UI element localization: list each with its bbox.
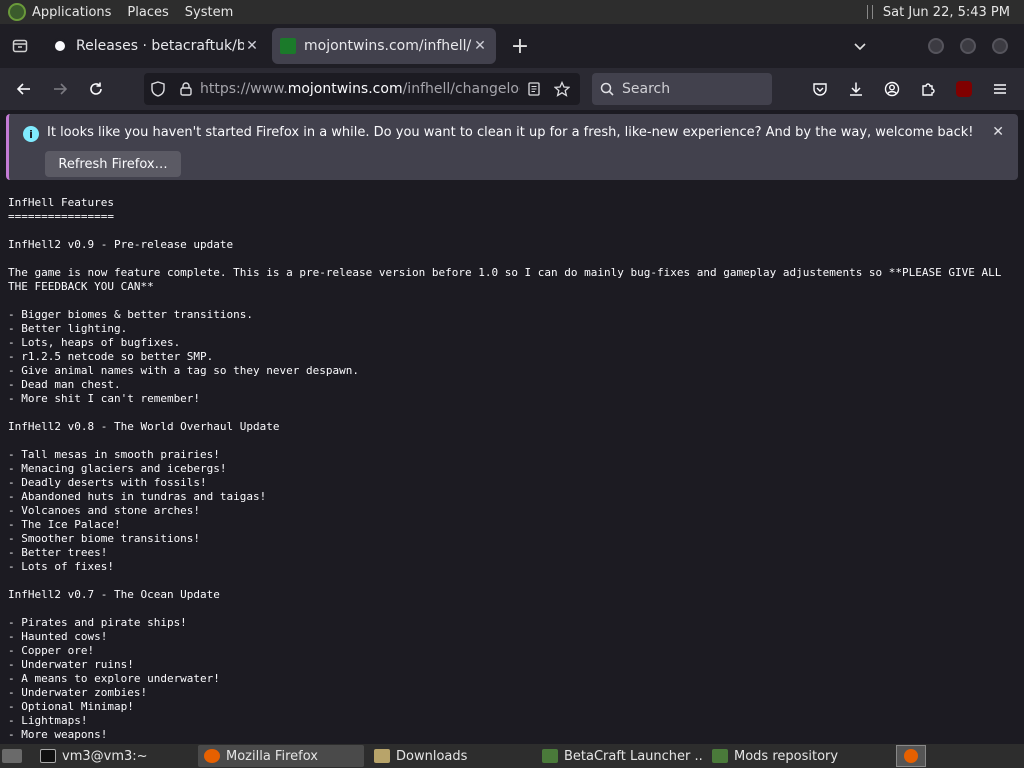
refresh-firefox-notification: i It looks like you haven't started Fire…	[6, 114, 1018, 180]
account-icon	[884, 81, 900, 97]
firefox-view-button[interactable]	[0, 24, 40, 68]
menu-places[interactable]: Places	[127, 5, 168, 20]
clock[interactable]: Sat Jun 22, 5:43 PM	[883, 5, 1010, 20]
tab-releases[interactable]: Releases · betacraftuk/betacra ✕	[44, 28, 268, 64]
menu-applications[interactable]: Applications	[32, 5, 111, 20]
arrow-right-icon	[54, 83, 68, 95]
taskbar-label: Mozilla Firefox	[226, 748, 318, 764]
reader-view-icon[interactable]	[520, 82, 548, 96]
terminal-icon	[40, 749, 56, 763]
new-tab-button[interactable]: +	[504, 30, 536, 62]
firefox-icon	[904, 749, 918, 763]
url-domain: mojontwins.com	[287, 81, 403, 97]
tab-title: mojontwins.com/infhell/	[304, 38, 472, 54]
url-prefix: https://www.	[200, 81, 288, 97]
pocket-icon	[813, 83, 827, 96]
refresh-firefox-button[interactable]: Refresh Firefox…	[45, 151, 181, 177]
reload-button[interactable]	[80, 73, 112, 105]
search-bar[interactable]: Search	[592, 73, 772, 105]
close-window-button[interactable]	[992, 38, 1008, 54]
toolbar-right	[800, 73, 1016, 105]
url-bar[interactable]: https://www.mojontwins.com/infhell/chang…	[144, 73, 580, 105]
url-path: /infhell/changelog.txt	[402, 81, 520, 97]
mojontwins-favicon-icon	[280, 38, 296, 54]
chevron-down-icon	[854, 43, 866, 51]
taskbar-item-firefox[interactable]: Mozilla Firefox	[198, 745, 364, 767]
page-content: InfHell Features ================ InfHel…	[0, 186, 1024, 742]
panel-separator	[866, 5, 873, 19]
firefox-icon	[204, 749, 220, 763]
show-desktop-button[interactable]	[0, 745, 30, 767]
betacraft-icon	[542, 749, 558, 763]
info-icon: i	[23, 126, 39, 142]
notification-message: It looks like you haven't started Firefo…	[47, 125, 974, 140]
menu-system[interactable]: System	[185, 5, 233, 20]
taskbar-item-downloads[interactable]: Downloads	[368, 745, 532, 767]
account-button[interactable]	[876, 73, 908, 105]
tab-mojontwins[interactable]: mojontwins.com/infhell/ ✕	[272, 28, 496, 64]
taskbar-item-betacraft[interactable]: BetaCraft Launcher ...	[536, 745, 702, 767]
search-icon	[592, 82, 622, 96]
search-placeholder: Search	[622, 81, 671, 97]
arrow-left-icon	[16, 83, 30, 95]
ublock-icon	[956, 81, 972, 97]
bookmark-star-icon[interactable]	[548, 81, 576, 97]
hamburger-menu-icon	[994, 84, 1006, 94]
extensions-button[interactable]	[912, 73, 944, 105]
ublock-origin-button[interactable]	[948, 73, 980, 105]
downloads-button[interactable]	[840, 73, 872, 105]
tab-title: Releases · betacraftuk/betacra	[76, 38, 244, 54]
puzzle-icon	[922, 83, 935, 96]
list-all-tabs-button[interactable]	[844, 30, 876, 62]
taskbar: vm3@vm3:~ Mozilla Firefox Downloads Beta…	[0, 744, 1024, 768]
distro-logo-icon[interactable]	[8, 3, 26, 21]
minimize-window-button[interactable]	[928, 38, 944, 54]
navigation-toolbar: https://www.mojontwins.com/infhell/chang…	[0, 68, 1024, 110]
back-button[interactable]	[8, 73, 40, 105]
folder-icon	[374, 749, 390, 763]
system-top-panel: Applications Places System Sat Jun 22, 5…	[0, 0, 1024, 24]
forward-button[interactable]	[44, 73, 76, 105]
reload-icon	[90, 82, 102, 95]
mods-repository-icon	[712, 749, 728, 763]
workspace-switcher[interactable]	[896, 745, 926, 767]
changelog-text: InfHell Features ================ InfHel…	[8, 196, 1002, 741]
desktop-icon	[2, 749, 22, 763]
lock-icon[interactable]	[172, 82, 200, 96]
app-menu-button[interactable]	[984, 73, 1016, 105]
tab-bar: Releases · betacraftuk/betacra ✕ mojontw…	[0, 24, 1024, 68]
download-icon	[850, 82, 862, 96]
url-text[interactable]: https://www.mojontwins.com/infhell/chang…	[200, 81, 520, 97]
taskbar-item-terminal[interactable]: vm3@vm3:~	[34, 745, 194, 767]
close-icon[interactable]: ✕	[472, 38, 488, 54]
firefox-view-icon	[12, 39, 28, 53]
taskbar-label: Mods repository	[734, 748, 839, 764]
taskbar-label: Downloads	[396, 748, 468, 764]
taskbar-label: vm3@vm3:~	[62, 748, 148, 764]
taskbar-item-mods-repository[interactable]: Mods repository	[706, 745, 876, 767]
tracking-protection-shield-icon[interactable]	[144, 81, 172, 97]
github-icon	[52, 38, 68, 54]
maximize-window-button[interactable]	[960, 38, 976, 54]
close-icon[interactable]: ✕	[992, 124, 1004, 140]
taskbar-label: BetaCraft Launcher ...	[564, 748, 702, 764]
pocket-button[interactable]	[804, 73, 836, 105]
close-icon[interactable]: ✕	[244, 38, 260, 54]
